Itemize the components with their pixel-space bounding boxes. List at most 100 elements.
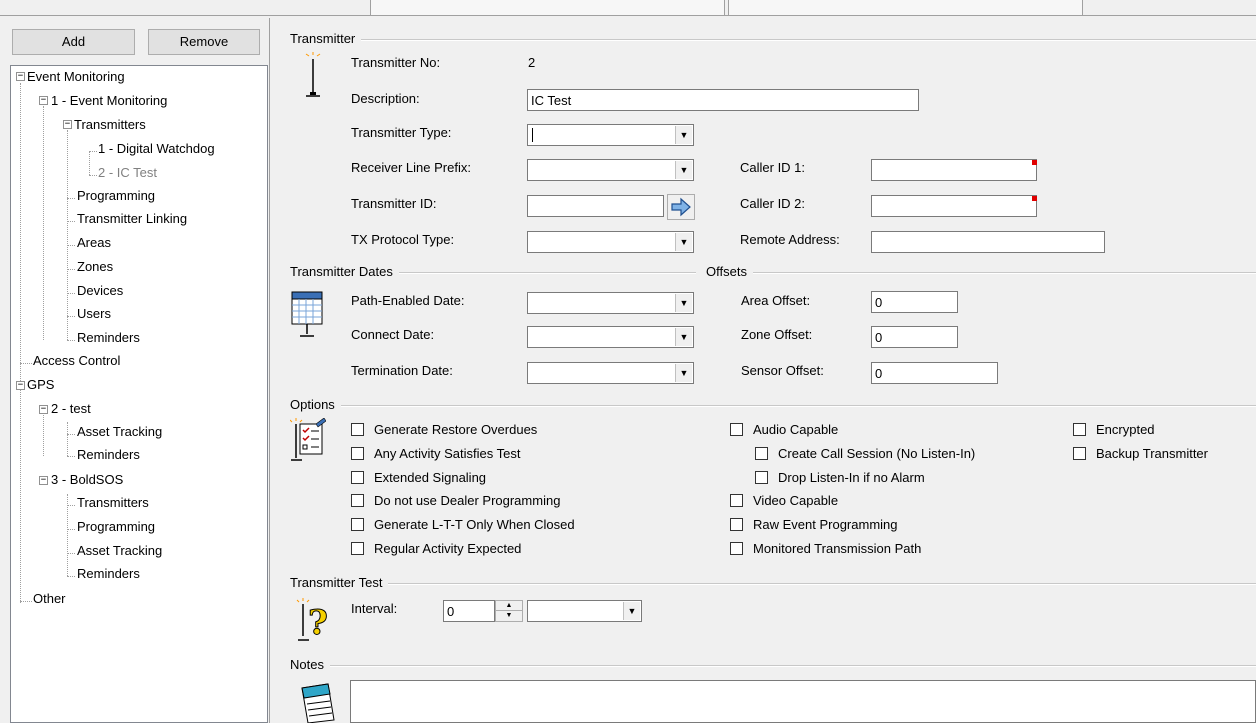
checkbox-label: Any Activity Satisfies Test (374, 446, 521, 461)
connect-date-picker[interactable]: ▼ (527, 326, 694, 348)
navigation-tree[interactable]: − Event Monitoring − 1 - Event Monitorin… (10, 65, 268, 723)
generate-restore-overdues-checkbox[interactable]: Generate Restore Overdues (351, 422, 537, 437)
chevron-down-icon[interactable]: ▼ (675, 161, 692, 179)
create-call-session-checkbox[interactable]: Create Call Session (No Listen-In) (755, 446, 975, 461)
tree-node-transmitter-linking[interactable]: Transmitter Linking (77, 210, 187, 228)
spin-down-icon[interactable]: ▼ (496, 611, 522, 621)
tree-node-gps-3[interactable]: 3 - BoldSOS (51, 471, 123, 489)
checkbox-box[interactable] (730, 423, 743, 436)
spin-up-icon[interactable]: ▲ (496, 601, 522, 611)
regular-activity-expected-checkbox[interactable]: Regular Activity Expected (351, 541, 521, 556)
tree-node-programming-3[interactable]: Programming (77, 518, 155, 536)
checkbox-box[interactable] (351, 423, 364, 436)
tree-node-zones[interactable]: Zones (77, 258, 113, 276)
chevron-down-icon[interactable]: ▼ (623, 602, 640, 620)
audio-capable-checkbox[interactable]: Audio Capable (730, 422, 838, 437)
extended-signaling-checkbox[interactable]: Extended Signaling (351, 470, 486, 485)
text-caret (532, 128, 533, 142)
tree-node-event-monitoring-1[interactable]: 1 - Event Monitoring (51, 92, 167, 110)
checkbox-box[interactable] (755, 447, 768, 460)
protocol-type-label: TX Protocol Type: (351, 232, 455, 247)
backup-transmitter-checkbox[interactable]: Backup Transmitter (1073, 446, 1208, 461)
notes-textarea[interactable] (350, 680, 1256, 723)
drop-listen-in-checkbox[interactable]: Drop Listen-In if no Alarm (755, 470, 925, 485)
remote-address-input[interactable] (871, 231, 1105, 253)
top-tab-2[interactable] (728, 0, 1083, 15)
termination-date-picker[interactable]: ▼ (527, 362, 694, 384)
tree-node-other[interactable]: Other (33, 590, 66, 608)
checkbox-box[interactable] (351, 542, 364, 555)
top-tab-1[interactable] (370, 0, 725, 15)
path-enabled-date-picker[interactable]: ▼ (527, 292, 694, 314)
caller-id-2-input[interactable] (871, 195, 1037, 217)
zone-offset-input[interactable] (871, 326, 958, 348)
protocol-type-select[interactable]: ▼ (527, 231, 694, 253)
tree-node-gps-2[interactable]: 2 - test (51, 400, 91, 418)
tree-node-tx-1[interactable]: 1 - Digital Watchdog (98, 140, 215, 158)
interval-unit-select[interactable]: ▼ (527, 600, 642, 622)
tree-node-transmitters[interactable]: Transmitters (74, 116, 146, 134)
tree-node-devices[interactable]: Devices (77, 282, 123, 300)
collapse-icon[interactable]: − (16, 381, 25, 390)
checkbox-box[interactable] (1073, 423, 1086, 436)
chevron-down-icon[interactable]: ▼ (675, 233, 692, 251)
antenna-icon (305, 52, 321, 97)
checkbox-box[interactable] (730, 542, 743, 555)
area-offset-input[interactable] (871, 291, 958, 313)
raw-event-programming-checkbox[interactable]: Raw Event Programming (730, 517, 898, 532)
sensor-offset-input[interactable] (871, 362, 998, 384)
tree-node-reminders-3[interactable]: Reminders (77, 565, 140, 583)
collapse-icon[interactable]: − (39, 476, 48, 485)
tree-line (67, 494, 68, 576)
add-button[interactable]: Add (12, 29, 135, 55)
tree-node-asset-tracking[interactable]: Asset Tracking (77, 423, 162, 441)
checkbox-box[interactable] (755, 471, 768, 484)
collapse-icon[interactable]: − (16, 72, 25, 81)
tree-node-programming[interactable]: Programming (77, 187, 155, 205)
any-activity-satisfies-test-checkbox[interactable]: Any Activity Satisfies Test (351, 446, 520, 461)
interval-spinner[interactable]: ▲ ▼ (495, 600, 523, 622)
checkbox-box[interactable] (351, 518, 364, 531)
checkbox-box[interactable] (351, 447, 364, 460)
tree-line (67, 456, 75, 457)
required-marker (1032, 160, 1037, 165)
chevron-down-icon[interactable]: ▼ (675, 328, 692, 346)
offsets-group-title: Offsets (706, 264, 753, 280)
checkbox-box[interactable] (351, 471, 364, 484)
tree-node-users[interactable]: Users (77, 305, 111, 323)
transmitter-id-lookup-button[interactable] (667, 194, 695, 220)
tree-node-reminders-2[interactable]: Reminders (77, 446, 140, 464)
transmitter-type-select[interactable]: ▼ (527, 124, 694, 146)
receiver-prefix-select[interactable]: ▼ (527, 159, 694, 181)
tree-node-event-monitoring[interactable]: Event Monitoring (27, 68, 125, 86)
caller-id-1-label: Caller ID 1: (740, 160, 806, 175)
checkbox-box[interactable] (730, 518, 743, 531)
tree-node-gps[interactable]: GPS (27, 376, 54, 394)
tree-node-transmitters-3[interactable]: Transmitters (77, 494, 149, 512)
tree-line (67, 269, 75, 270)
chevron-down-icon[interactable]: ▼ (675, 294, 692, 312)
monitored-transmission-path-checkbox[interactable]: Monitored Transmission Path (730, 541, 921, 556)
tree-node-asset-tracking-3[interactable]: Asset Tracking (77, 542, 162, 560)
checkbox-box[interactable] (1073, 447, 1086, 460)
tree-node-access-control[interactable]: Access Control (33, 352, 120, 370)
video-capable-checkbox[interactable]: Video Capable (730, 493, 838, 508)
no-dealer-programming-checkbox[interactable]: Do not use Dealer Programming (351, 493, 560, 508)
tree-node-tx-2[interactable]: 2 - IC Test (98, 164, 157, 182)
remove-button[interactable]: Remove (148, 29, 260, 55)
collapse-icon[interactable]: − (39, 96, 48, 105)
transmitter-id-input[interactable] (527, 195, 664, 217)
encrypted-checkbox[interactable]: Encrypted (1073, 422, 1155, 437)
checkbox-box[interactable] (351, 494, 364, 507)
checkbox-box[interactable] (730, 494, 743, 507)
tree-node-reminders[interactable]: Reminders (77, 329, 140, 347)
generate-ltt-when-closed-checkbox[interactable]: Generate L-T-T Only When Closed (351, 517, 575, 532)
interval-input[interactable] (443, 600, 495, 622)
collapse-icon[interactable]: − (63, 120, 72, 129)
description-input[interactable] (527, 89, 919, 111)
chevron-down-icon[interactable]: ▼ (675, 364, 692, 382)
tree-node-areas[interactable]: Areas (77, 234, 111, 252)
collapse-icon[interactable]: − (39, 405, 48, 414)
chevron-down-icon[interactable]: ▼ (675, 126, 692, 144)
caller-id-1-input[interactable] (871, 159, 1037, 181)
